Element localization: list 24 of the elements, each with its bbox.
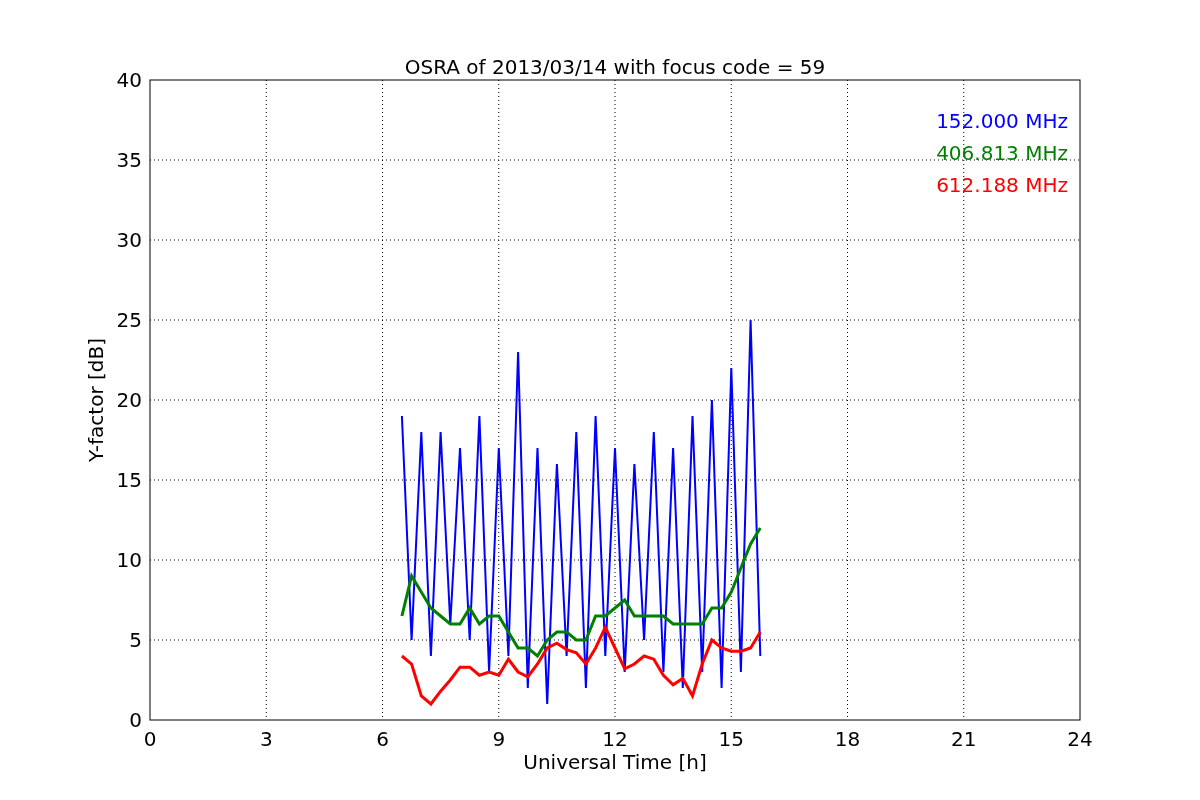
tick-label: 10: [116, 548, 142, 572]
tick-label: 15: [116, 468, 142, 492]
tick-label: 6: [376, 727, 389, 751]
legend-label: 152.000 MHz: [936, 109, 1068, 133]
tick-label: 15: [718, 727, 744, 751]
legend-label: 406.813 MHz: [936, 141, 1068, 165]
legend-label: 612.188 MHz: [936, 173, 1068, 197]
tick-label: 3: [259, 727, 273, 751]
tick-label: 24: [1067, 727, 1093, 751]
tick-label: 0: [143, 727, 157, 751]
tick-label: 9: [492, 727, 506, 751]
tick-label: 40: [116, 68, 142, 92]
tick-label: 30: [116, 228, 142, 252]
tick-label: 12: [602, 727, 628, 751]
chart-title: OSRA of 2013/03/14 with focus code = 59: [404, 55, 826, 79]
tick-label: 21: [951, 727, 977, 751]
tick-label: 0: [129, 708, 142, 732]
y-axis-label: Y-factor [dB]: [84, 338, 108, 462]
tick-label: 25: [116, 308, 142, 332]
tick-label: 35: [116, 148, 142, 172]
x-axis-label: Universal Time [h]: [523, 750, 707, 774]
tick-label: 20: [116, 388, 142, 412]
tick-label: 5: [129, 628, 142, 652]
tick-label: 18: [834, 727, 861, 751]
